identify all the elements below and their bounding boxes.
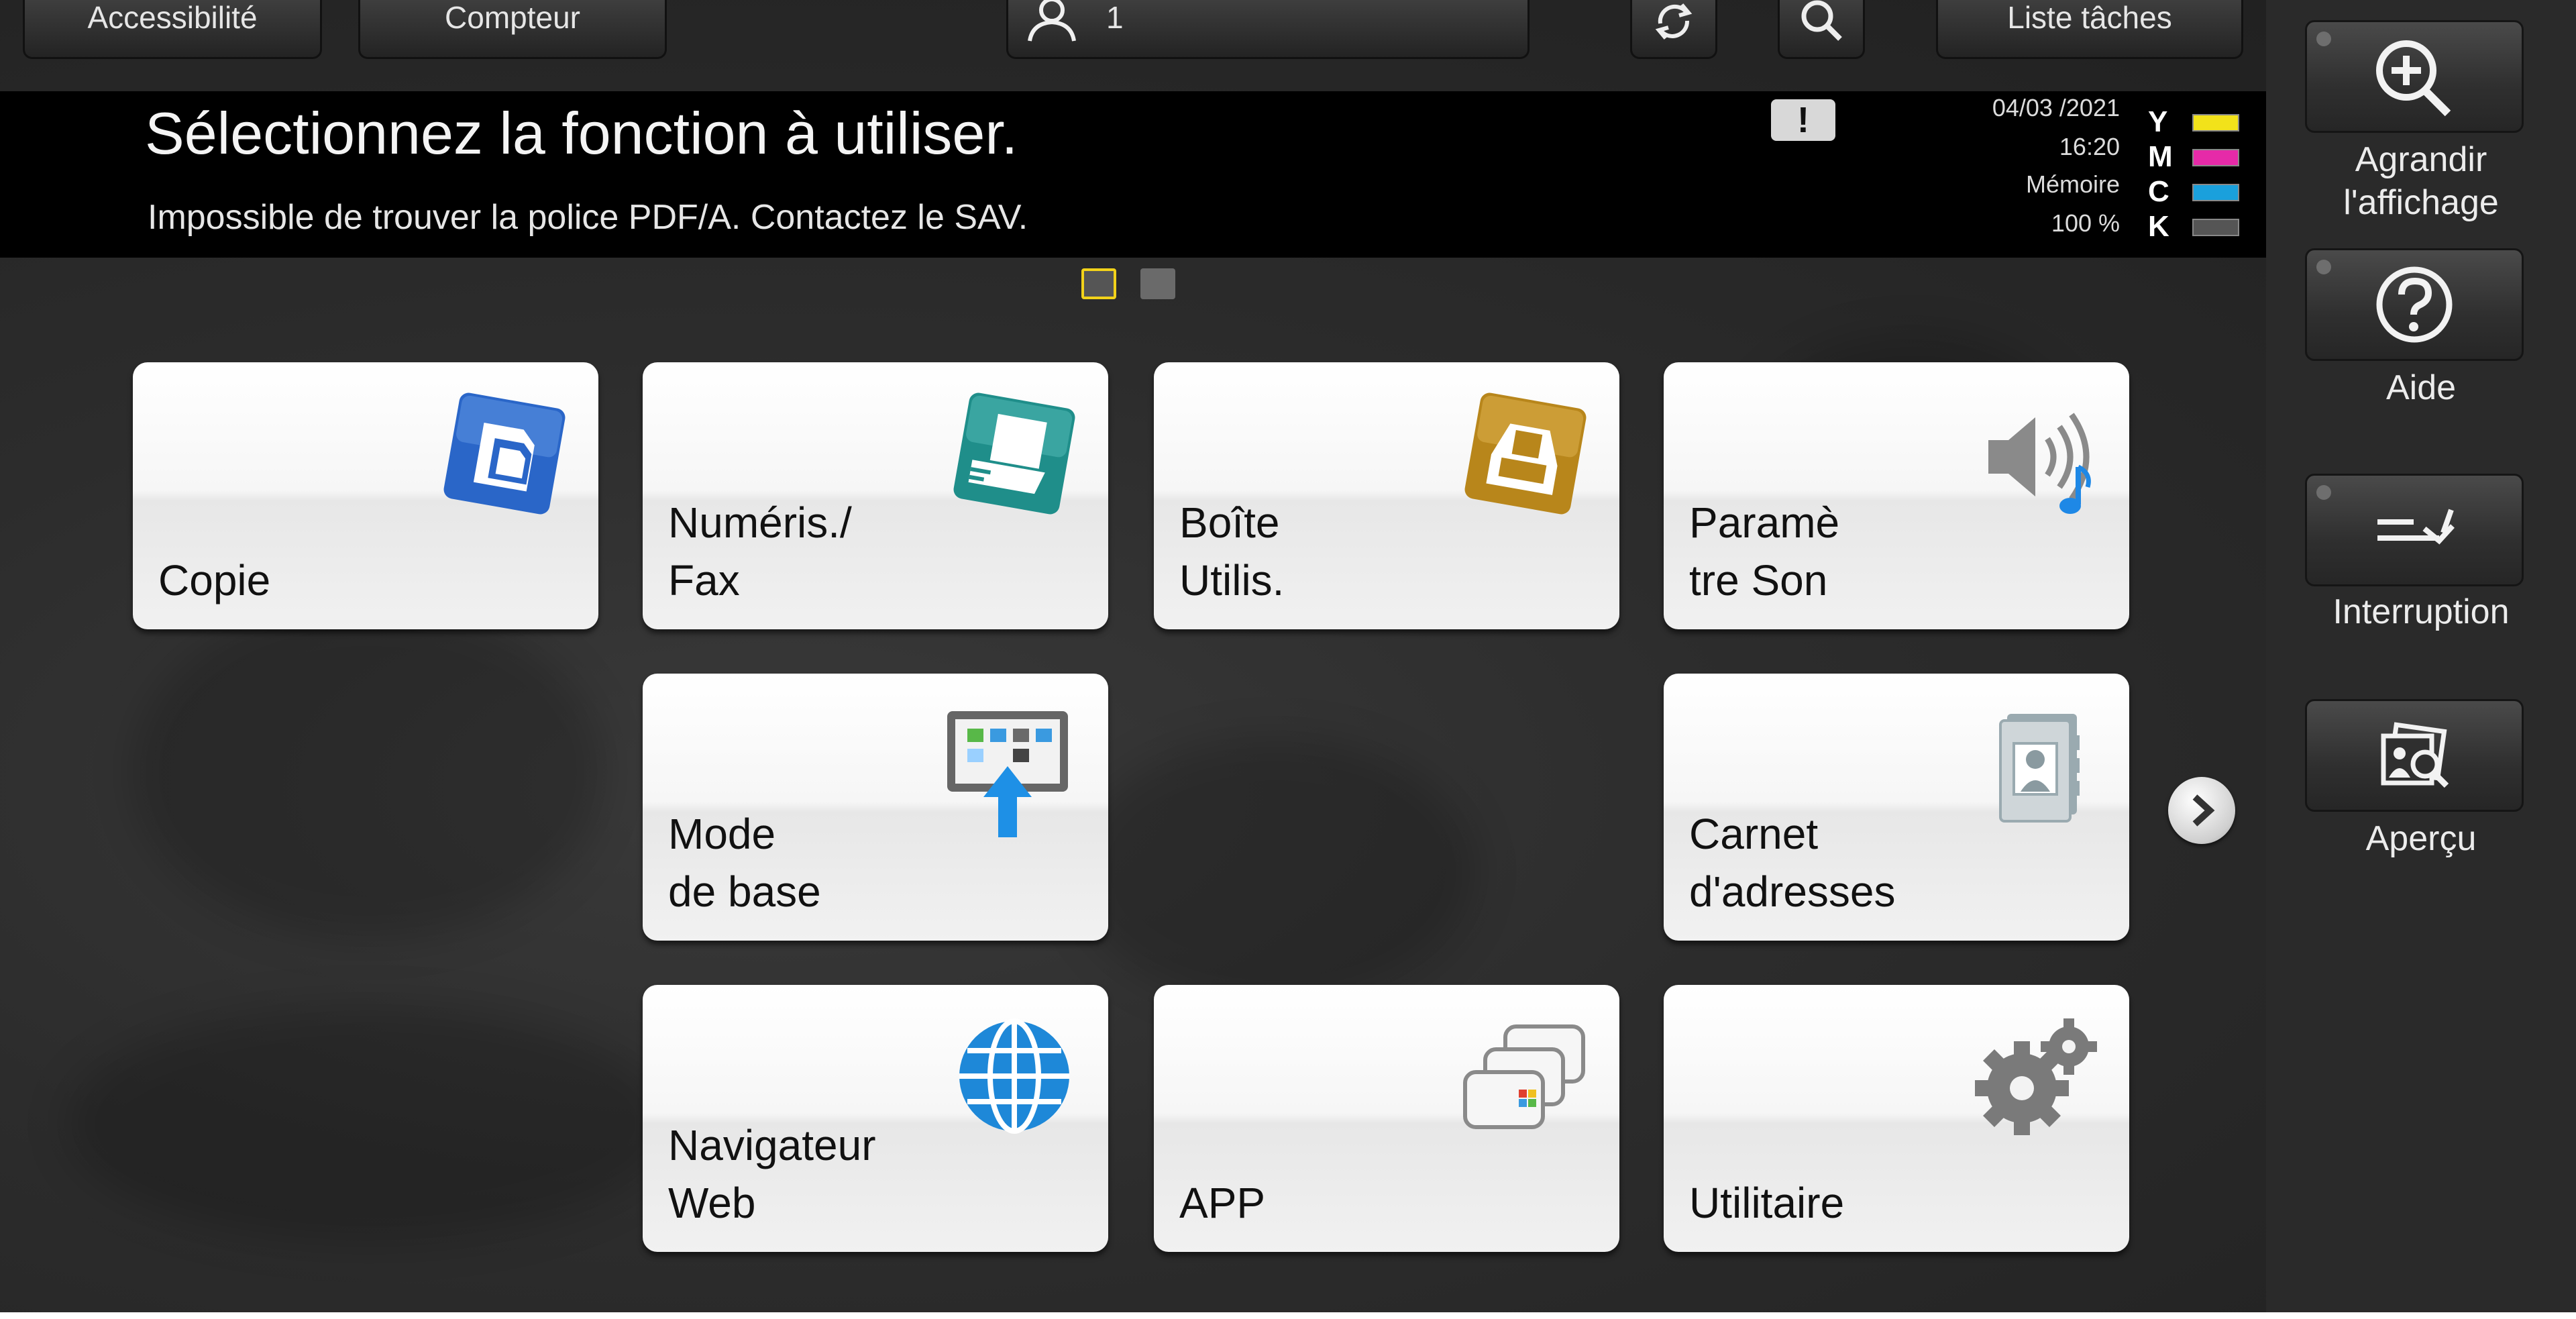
help-label: Aide (2385, 368, 2457, 407)
tile-app[interactable]: APP (1154, 985, 1619, 1252)
refresh-icon (1655, 3, 1693, 40)
date-display: 04/03 /2021 (1992, 94, 2120, 121)
user-icon (1028, 0, 1076, 42)
user-login-button[interactable]: 1 (1006, 0, 1529, 59)
toner-letter-c: C (2148, 175, 2169, 208)
interrupt-label: Interruption (2332, 592, 2510, 631)
page-indicator-1[interactable] (1081, 268, 1116, 299)
tile-numeris-fax[interactable]: Numéris./ Fax (643, 362, 1108, 629)
toner-level-k (2192, 219, 2239, 236)
touch-panel-screen: Accessibilité Compteur 1 Liste tâches Sé… (0, 0, 2576, 1312)
memory-value: 100 % (2051, 209, 2120, 237)
search-button[interactable] (1778, 0, 1865, 59)
toner-level-y (2192, 114, 2239, 131)
page-title: Sélectionnez la fonction à utiliser. (145, 100, 1018, 166)
tile-label: APP (1179, 1179, 1266, 1227)
warning-message: Impossible de trouver la police PDF/A. C… (148, 198, 1028, 237)
speaker-icon (1988, 413, 2091, 514)
tile-label: Navigateur Web (668, 1121, 876, 1227)
tile-label: Carnet d'adresses (1689, 810, 1896, 916)
interrupt-button[interactable] (2305, 474, 2524, 586)
tile-label: Copie (158, 556, 271, 604)
tile-copie[interactable]: Copie (133, 362, 598, 629)
sync-button[interactable] (1630, 0, 1717, 59)
copy-icon (443, 392, 566, 515)
preview-label: Aperçu (2365, 819, 2477, 858)
memory-label: Mémoire (2025, 170, 2120, 198)
help-icon (2376, 266, 2453, 343)
accessibility-label: Accessibilité (87, 0, 258, 35)
tile-navigateur-web[interactable]: Navigateur Web (643, 985, 1108, 1252)
toner-level-c (2192, 184, 2239, 201)
tile-mode-de-base[interactable]: Mode de base (643, 674, 1108, 941)
status-led (2316, 260, 2331, 274)
tile-label: Numéris./ Fax (668, 498, 852, 604)
page-indicator-2[interactable] (1140, 268, 1175, 299)
accessibility-button[interactable]: Accessibilité (23, 0, 322, 59)
tile-carnet-adresses[interactable]: Carnet d'adresses (1664, 674, 2129, 941)
tile-label: Utilitaire (1689, 1179, 1845, 1227)
status-led (2316, 485, 2331, 500)
counter-label: Compteur (445, 0, 580, 35)
tile-parametre-son[interactable]: Paramè tre Son (1664, 362, 2129, 629)
basic-mode-icon (947, 711, 1068, 837)
chevron-right-icon (2192, 794, 2215, 827)
globe-icon (959, 1018, 1069, 1134)
toner-letter-k: K (2148, 210, 2169, 243)
message-header: Sélectionnez la fonction à utiliser. Imp… (0, 91, 2266, 258)
search-icon (1801, 0, 1842, 41)
preview-button[interactable] (2305, 699, 2524, 812)
user-box-icon (1464, 392, 1587, 515)
status-led (2316, 32, 2331, 46)
tile-utilitaire[interactable]: Utilitaire (1664, 985, 2129, 1252)
next-page-button[interactable] (2168, 777, 2235, 844)
toner-letter-m: M (2148, 140, 2173, 173)
app-icon (1463, 1024, 1585, 1129)
user-count: 1 (1106, 0, 1124, 35)
sidebar: Agrandir l'affichage Aide Interruption A… (2266, 0, 2576, 1312)
gears-icon (1975, 1018, 2097, 1135)
alert-glyph: ! (1797, 100, 1809, 140)
zoom-display-button[interactable] (2305, 20, 2524, 133)
job-list-label: Liste tâches (2007, 0, 2172, 35)
tile-label: Boîte Utilis. (1179, 498, 1285, 604)
time-display: 16:20 (2059, 133, 2120, 160)
alert-icon[interactable]: ! (1771, 99, 1835, 141)
toner-letter-y: Y (2148, 105, 2168, 138)
job-list-button[interactable]: Liste tâches (1936, 0, 2243, 59)
preview-icon (2381, 722, 2449, 788)
interrupt-icon (2377, 509, 2455, 545)
toner-level-m (2192, 149, 2239, 166)
zoom-in-icon (2376, 40, 2451, 117)
tile-label: Paramè tre Son (1689, 498, 1840, 604)
tile-label: Mode de base (668, 810, 821, 916)
tile-boite-utilis[interactable]: Boîte Utilis. (1154, 362, 1619, 629)
address-book-icon (1999, 714, 2080, 823)
scan-fax-icon (953, 392, 1075, 515)
counter-button[interactable]: Compteur (358, 0, 667, 59)
zoom-display-label: Agrandir l'affichage (2343, 140, 2499, 222)
help-button[interactable] (2305, 248, 2524, 361)
